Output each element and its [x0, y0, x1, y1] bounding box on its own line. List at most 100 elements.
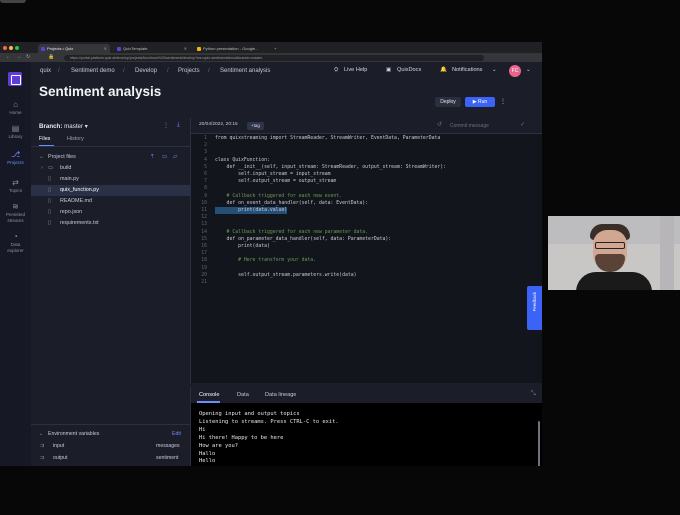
code-line[interactable]: 21 — [191, 279, 542, 286]
meeting-view: Projects • Quix ✕ QuixTemplate ✕ Python … — [0, 0, 680, 515]
code-line[interactable]: 5 def __init__(self, input_stream: Strea… — [191, 164, 542, 171]
code-text: self.output_stream = output_stream — [215, 179, 337, 185]
code-line[interactable]: 11 print(data.value) — [191, 207, 542, 215]
nav-data-explorer[interactable]: ◔ Data explorer — [0, 232, 31, 253]
data-explorer-icon: ◔ — [13, 232, 18, 241]
nav-home[interactable]: ⌂ Home — [0, 100, 31, 116]
code-line[interactable]: 20 self.output_stream.parameters.write(d… — [191, 272, 542, 279]
upload-icon[interactable]: ⤒ — [151, 152, 153, 163]
reload-icon[interactable]: ↻ — [26, 54, 30, 60]
tree-file-repo[interactable]: ▯ repo.json — [31, 207, 190, 218]
code-line[interactable]: 4 class QuixFunction: — [191, 157, 542, 164]
new-folder-icon[interactable]: ▱ — [173, 152, 177, 163]
code-editor[interactable]: 20/04/2022, 20:15 +tag ↺ Commit message … — [190, 118, 542, 383]
back-icon[interactable]: ← — [6, 54, 11, 60]
forward-icon[interactable]: → — [16, 54, 21, 60]
tree-file-main[interactable]: ▯ main.py — [31, 174, 190, 185]
close-tab-icon[interactable]: ✕ — [104, 44, 107, 53]
chevron-down-icon[interactable]: ⌄ — [492, 67, 497, 73]
env-var-row[interactable]: ⇉ output sentiment — [31, 453, 190, 463]
new-file-icon[interactable]: ▭ — [162, 152, 167, 163]
more-options-icon[interactable]: ⋮ — [163, 122, 169, 129]
tab-history[interactable]: History — [67, 136, 84, 142]
code-line[interactable]: 6 self.input_stream = input_stream — [191, 171, 542, 178]
code-line[interactable]: 8 — [191, 185, 542, 192]
maximize-window-icon[interactable] — [15, 45, 19, 50]
tab-files[interactable]: Files — [39, 136, 50, 142]
code-line[interactable]: 19 — [191, 265, 542, 272]
code-line[interactable]: 10 def on_event_data_handler(self, data:… — [191, 200, 542, 207]
commit-message-input[interactable]: Commit message — [446, 121, 521, 131]
close-tab-icon[interactable]: ✕ — [184, 44, 187, 53]
code-text: def on_event_data_handler(self, data: Ev… — [215, 200, 369, 206]
browser-tab-python-presentation[interactable]: Python presentation - Google... — [194, 44, 270, 53]
history-icon[interactable]: ↺ — [437, 121, 442, 128]
breadcrumb-workspace[interactable]: quix — [40, 68, 51, 74]
env-var-row[interactable]: ⇉ input messages — [31, 441, 190, 451]
tree-file-requirements[interactable]: ▯ requirements.txt — [31, 218, 190, 229]
notifications-button[interactable]: Notifications — [452, 67, 482, 73]
quix-favicon-icon — [117, 46, 121, 51]
code-line[interactable]: 3 — [191, 149, 542, 156]
breadcrumb-project[interactable]: Sentiment demo — [71, 68, 115, 74]
more-options-icon[interactable]: ⋮ — [500, 98, 506, 105]
file-icon: ▯ — [48, 198, 52, 204]
breadcrumb-projects[interactable]: Projects — [178, 68, 200, 74]
commit-check-icon[interactable]: ✓ — [520, 121, 525, 128]
tree-file-readme[interactable]: ▯ README.md — [31, 196, 190, 207]
env-edit-link[interactable]: Edit — [172, 429, 181, 439]
code-line[interactable]: 15 def on_parameter_data_handler(self, d… — [191, 236, 542, 243]
line-number: 8 — [204, 186, 207, 192]
breadcrumb-develop[interactable]: Develop — [135, 68, 157, 74]
code-line[interactable]: 7 self.output_stream = output_stream — [191, 178, 542, 185]
tree-file-quix-function[interactable]: ▯ quix_function.py — [31, 185, 190, 196]
tree-folder-build[interactable]: › ▭ build — [31, 163, 190, 174]
code-line[interactable]: 18 # Here transform your data. — [191, 257, 542, 264]
download-icon[interactable]: ⤓ — [177, 122, 180, 129]
close-window-icon[interactable] — [3, 45, 7, 50]
library-icon: ▤ — [11, 124, 20, 133]
tab-data-lineage[interactable]: Data lineage — [265, 392, 296, 398]
tab-console[interactable]: Console — [199, 392, 220, 398]
avatar[interactable]: FC — [509, 65, 521, 77]
quix-logo[interactable] — [8, 72, 22, 86]
feedback-button[interactable]: Feedback — [527, 286, 542, 330]
file-icon: ▯ — [48, 176, 52, 182]
browser-tab-projects[interactable]: Projects • Quix ✕ — [38, 44, 110, 53]
deploy-button[interactable]: Deploy — [435, 97, 461, 107]
browser-tab-strip: Projects • Quix ✕ QuixTemplate ✕ Python … — [0, 42, 542, 53]
code-line[interactable]: 12 — [191, 214, 542, 221]
branch-selector[interactable]: Branch: master ▾ — [39, 123, 88, 130]
chevron-down-icon[interactable]: ⌄ — [526, 67, 531, 73]
tab-data[interactable]: Data — [237, 392, 249, 398]
code-text: def __init__(self, input_stream: StreamR… — [215, 164, 447, 170]
code-line[interactable]: 13 — [191, 221, 542, 228]
nav-topics[interactable]: ⇄ Topics — [0, 178, 31, 194]
code-line[interactable]: 16 print(data) — [191, 243, 542, 250]
browser-tab-quixtemplate[interactable]: QuixTemplate ✕ — [114, 44, 190, 53]
code-text: print(data) — [215, 244, 270, 249]
run-button[interactable]: ▶ Run — [465, 97, 495, 107]
code-line[interactable]: 1 from quixstreaming import StreamReader,… — [191, 135, 542, 142]
line-number: 10 — [201, 200, 207, 206]
line-number: 9 — [204, 193, 207, 199]
collapse-icon[interactable]: ⤡ — [531, 391, 536, 398]
quix-docs-link[interactable]: QuixDocs — [397, 67, 421, 73]
console-scrollbar[interactable] — [538, 421, 540, 466]
folder-icon: ▭ — [48, 165, 54, 171]
add-tag-button[interactable]: +tag — [247, 122, 264, 130]
code-line[interactable]: 17 — [191, 250, 542, 257]
minimize-window-icon[interactable] — [9, 45, 13, 50]
nav-projects[interactable]: ⎇ Projects — [0, 150, 31, 166]
new-tab-button[interactable]: + — [272, 44, 282, 53]
chevron-down-icon[interactable]: ⌄ — [39, 429, 43, 439]
nav-persisted-streams[interactable]: ≋ Persisted streams — [0, 202, 31, 223]
code-line[interactable]: 2 — [191, 142, 542, 149]
address-bar[interactable]: https://portal.platform.quix.ai/develop/… — [64, 54, 484, 61]
tree-root[interactable]: ⌄ Project files ⤒ ▭ ▱ — [31, 152, 190, 163]
code-line[interactable]: 14 # Callback triggered for each new par… — [191, 229, 542, 236]
live-help-link[interactable]: Live Help — [344, 67, 367, 73]
line-number: 1 — [204, 136, 207, 141]
nav-library[interactable]: ▤ Library — [0, 124, 31, 140]
code-line[interactable]: 9 # Callback triggered for each new even… — [191, 193, 542, 200]
